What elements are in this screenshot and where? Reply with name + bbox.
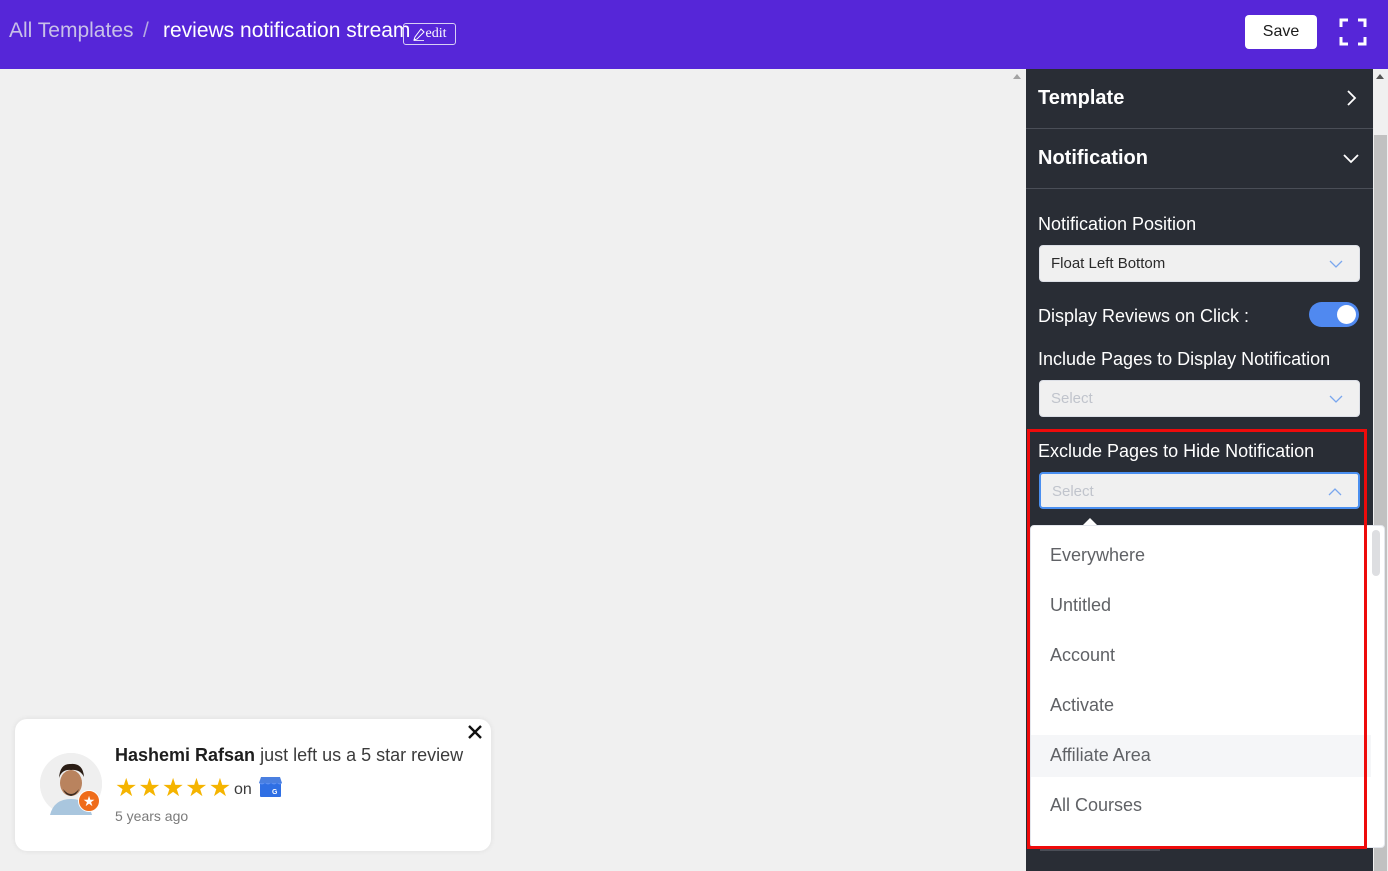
dropdown-option[interactable]: All Courses <box>1031 785 1371 827</box>
dropdown-option-label: Untitled <box>1050 595 1112 615</box>
pencil-icon <box>412 27 425 41</box>
notification-position-label: Notification Position <box>1038 214 1197 234</box>
dropdown-pointer <box>1083 518 1097 525</box>
review-time: 5 years ago <box>115 808 189 824</box>
dropdown-option-label: Everywhere <box>1050 545 1146 565</box>
dropdown-option-label: Account <box>1050 645 1116 665</box>
dropdown-option[interactable]: Affiliate Area <box>1031 735 1371 777</box>
review-text: just left us a 5 star review <box>260 745 464 765</box>
section-template-title: Template <box>1038 87 1125 109</box>
dropdown-option[interactable]: Activate <box>1031 685 1371 727</box>
fullscreen-icon[interactable] <box>1339 18 1367 46</box>
breadcrumb-separator: / <box>143 19 149 42</box>
canvas-scroll-up-arrow[interactable] <box>1013 74 1021 79</box>
dropdown-option-label: All Courses <box>1050 795 1143 815</box>
breadcrumb-all-templates[interactable]: All Templates <box>9 19 134 43</box>
star-icon: ★ <box>115 774 138 802</box>
star-icon: ★ <box>138 774 161 802</box>
chevron-right-icon <box>1347 90 1357 106</box>
chevron-down-icon <box>1329 260 1343 268</box>
include-pages-select[interactable]: Select <box>1039 380 1360 417</box>
notification-position-select[interactable]: Float Left Bottom <box>1039 245 1360 282</box>
edit-label: edit <box>425 26 447 41</box>
chevron-down-icon <box>1343 154 1359 164</box>
exclude-pages-select[interactable]: Select <box>1039 472 1360 509</box>
template-name: reviews notification stream <box>163 19 411 42</box>
exclude-pages-placeholder: Select <box>1052 483 1094 500</box>
dropdown-option[interactable]: Account <box>1031 635 1371 677</box>
edit-name-button[interactable]: edit <box>403 23 456 45</box>
star-icon: ★ <box>208 774 232 802</box>
chevron-down-icon <box>1329 395 1343 403</box>
reviewer-name: Hashemi Rafsan <box>115 745 256 765</box>
star-badge-icon: ★ <box>78 790 100 812</box>
star-icon: ★ <box>185 774 208 802</box>
top-bar: All Templates / reviews notification str… <box>0 0 1388 69</box>
section-notification[interactable]: Notification <box>1026 129 1373 189</box>
close-icon[interactable] <box>466 723 484 741</box>
section-notification-title: Notification <box>1038 147 1148 169</box>
section-template[interactable]: Template <box>1026 69 1373 129</box>
display-reviews-on-click-toggle[interactable] <box>1309 302 1359 327</box>
google-my-business-icon: G <box>259 777 282 797</box>
save-button[interactable]: Save <box>1245 15 1317 49</box>
toggle-knob <box>1337 305 1356 324</box>
dropdown-option-label: Activate <box>1050 695 1115 715</box>
dropdown-scrollbar-thumb[interactable] <box>1372 530 1380 576</box>
include-pages-label: Include Pages to Display Notification <box>1038 349 1331 369</box>
display-reviews-on-click-label: Display Reviews on Click : <box>1038 306 1250 326</box>
exclude-pages-dropdown: Everywhere Untitled Account Activate Affilia… <box>1030 525 1385 848</box>
on-label: on <box>234 781 252 798</box>
star-rating: ★ ★ ★ ★ ★ <box>115 774 232 802</box>
chevron-up-icon <box>1328 488 1342 496</box>
dropdown-option-label: Affiliate Area <box>1050 745 1151 765</box>
next-field-label-peek <box>1040 848 1190 852</box>
notification-position-value: Float Left Bottom <box>1051 255 1166 272</box>
star-icon: ★ <box>161 774 185 802</box>
svg-text:G: G <box>272 789 278 796</box>
exclude-pages-label: Exclude Pages to Hide Notification <box>1038 441 1315 461</box>
review-message: Hashemi Rafsan just left us a 5 star rev… <box>115 745 463 766</box>
dropdown-option[interactable]: Untitled <box>1031 585 1371 627</box>
include-pages-placeholder: Select <box>1051 390 1093 407</box>
dropdown-option[interactable]: Everywhere <box>1031 535 1371 577</box>
panel-scroll-up-arrow[interactable] <box>1376 74 1384 79</box>
